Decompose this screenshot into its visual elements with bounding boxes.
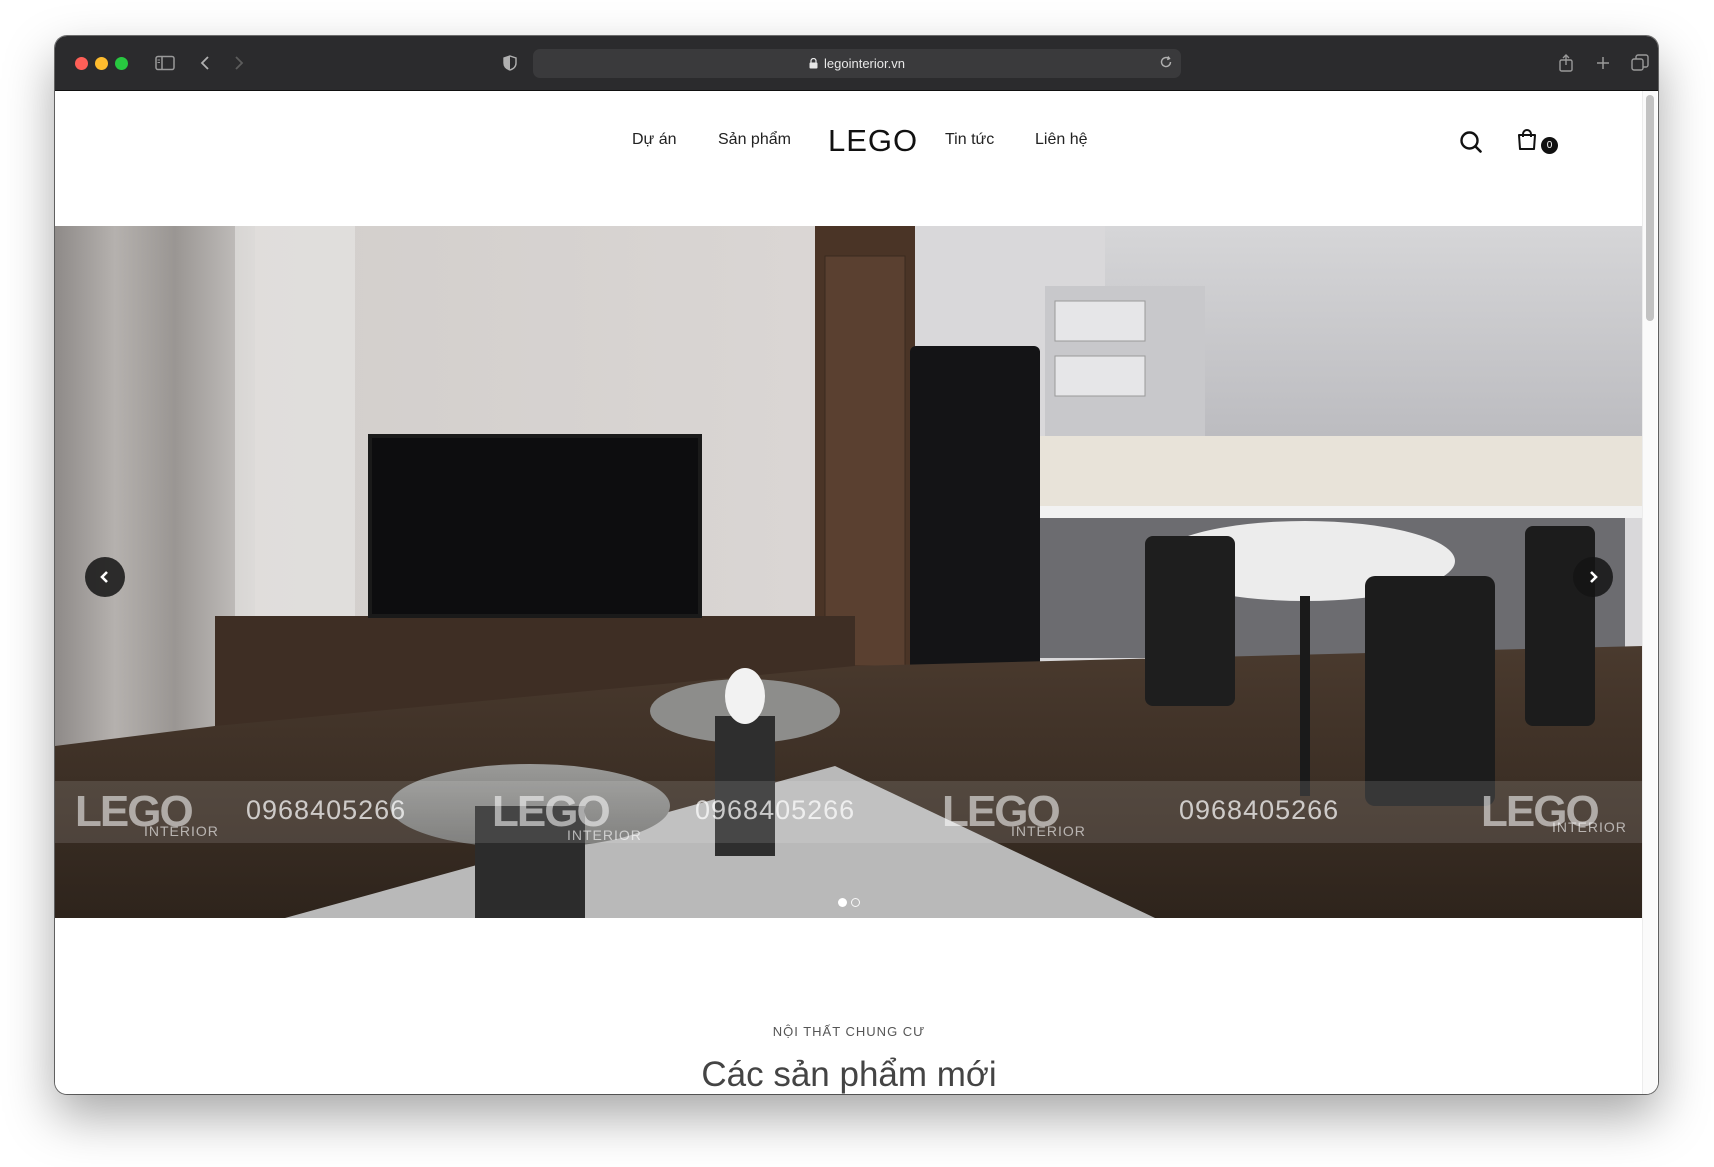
minimize-window-button[interactable] (95, 57, 108, 70)
scrollbar-thumb[interactable] (1646, 95, 1654, 321)
slider-next-button[interactable] (1573, 557, 1613, 597)
new-tab-icon[interactable] (1591, 51, 1615, 75)
url-text: legointerior.vn (824, 56, 905, 71)
slider-dot[interactable] (851, 898, 860, 907)
browser-window: legointerior.vn Dự án Sản phẩm LEGO Tin … (55, 36, 1658, 1094)
lock-icon (809, 58, 818, 69)
address-bar[interactable]: legointerior.vn (533, 49, 1181, 78)
nav-item-products[interactable]: Sản phẩm (718, 131, 791, 149)
nav-item-projects[interactable]: Dự án (632, 131, 677, 149)
search-icon[interactable] (1460, 131, 1482, 158)
zoom-window-button[interactable] (115, 57, 128, 70)
watermark-phone: 0968405266 (246, 795, 407, 825)
watermark-phone: 0968405266 (1179, 795, 1340, 825)
reload-icon[interactable] (1159, 55, 1173, 72)
forward-icon[interactable] (227, 51, 251, 75)
cart-icon[interactable] (1515, 128, 1539, 157)
privacy-shield-icon[interactable] (498, 51, 522, 75)
cart-count-badge: 0 (1541, 137, 1558, 154)
close-window-button[interactable] (75, 57, 88, 70)
back-icon[interactable] (193, 51, 217, 75)
share-icon[interactable] (1554, 51, 1578, 75)
watermark-sub: INTERIOR (144, 823, 219, 839)
web-page: Dự án Sản phẩm LEGO Tin tức Liên hệ 0 LE… (55, 91, 1658, 1094)
nav-item-contact[interactable]: Liên hệ (1035, 131, 1088, 149)
section-kicker: NỘI THẤT CHUNG CƯ (772, 1024, 926, 1039)
section-title: Các sản phẩm mới (701, 1055, 997, 1094)
sidebar-toggle-icon[interactable] (153, 51, 177, 75)
slider-prev-button[interactable] (85, 557, 125, 597)
chevron-right-icon (1590, 571, 1598, 583)
site-header: Dự án Sản phẩm LEGO Tin tức Liên hệ 0 (55, 91, 1643, 191)
chevron-left-icon (100, 571, 108, 583)
slider-dot[interactable] (838, 898, 847, 907)
slider-dots (838, 898, 860, 907)
watermark-band: LEGO INTERIOR 0968405266 LEGO INTERIOR 0… (55, 781, 1643, 843)
watermark-sub: INTERIOR (1552, 819, 1627, 835)
watermark-sub: INTERIOR (1011, 823, 1086, 839)
watermark-phone: 0968405266 (695, 795, 856, 825)
tab-overview-icon[interactable] (1628, 51, 1652, 75)
page-scrollbar[interactable] (1642, 91, 1657, 1094)
browser-toolbar: legointerior.vn (55, 36, 1658, 91)
hero-slider[interactable]: LEGO INTERIOR 0968405266 LEGO INTERIOR 0… (55, 226, 1643, 918)
nav-item-news[interactable]: Tin tức (945, 131, 994, 149)
site-logo[interactable]: LEGO (828, 123, 918, 159)
watermark-sub: INTERIOR (567, 827, 642, 843)
